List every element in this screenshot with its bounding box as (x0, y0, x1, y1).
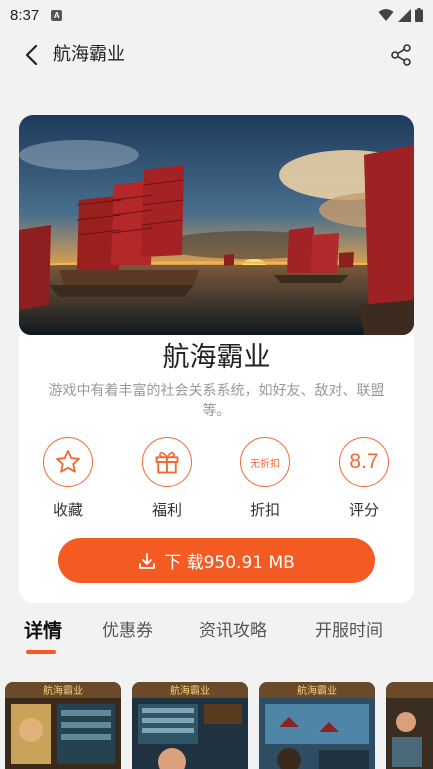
favorite-button[interactable] (43, 437, 93, 487)
rating-button[interactable]: 8.7 (339, 437, 389, 487)
tab-server-schedule[interactable]: 开服时间 (315, 618, 383, 644)
signal-icon (398, 8, 411, 22)
game-info-card: 航海霸业 游戏中有着丰富的社会关系系统，如好友、敌对、联盟等。 收藏 福利 无折… (19, 115, 414, 603)
detail-tabs: 详情 优惠券 资讯攻略 开服时间 (0, 614, 433, 656)
rating-value: 8.7 (349, 450, 379, 473)
action-row: 收藏 福利 无折扣 折扣 8.7 评分 (19, 437, 414, 520)
tab-news-guides[interactable]: 资讯攻略 (199, 618, 267, 644)
download-icon (139, 552, 156, 569)
screenshot-title: 航海霸业 (170, 684, 210, 697)
tab-details[interactable]: 详情 (24, 618, 62, 644)
app-bar: 航海霸业 (0, 34, 433, 76)
status-indicators (378, 8, 423, 22)
share-icon (391, 44, 411, 66)
rating-action[interactable]: 8.7 评分 (334, 437, 394, 520)
screenshot-thumbnail[interactable]: 航海霸业 (132, 682, 248, 769)
favorite-label: 收藏 (52, 501, 83, 519)
status-bar: 8:37 A (0, 0, 433, 30)
discount-value: 无折扣 (250, 458, 280, 470)
notification-app-icon: A (51, 9, 63, 21)
share-button[interactable] (389, 43, 413, 67)
screenshot-thumbnail[interactable] (386, 682, 433, 769)
tab-active-indicator (26, 650, 56, 654)
wifi-icon (378, 9, 394, 21)
discount-label: 折扣 (249, 501, 280, 519)
download-button[interactable]: 下 载950.91 MB (58, 538, 375, 583)
game-banner-image (19, 115, 414, 335)
game-description: 游戏中有着丰富的社会关系系统，如好友、敌对、联盟等。 (48, 383, 385, 419)
chevron-left-icon (25, 44, 38, 66)
screenshot-gallery: 航海霸业 航海霸业 航海霸业 (0, 682, 433, 769)
screenshot-title: 航海霸业 (43, 684, 83, 697)
download-label: 下 载950.91 MB (164, 553, 295, 573)
star-icon (56, 449, 80, 473)
discount-action[interactable]: 无折扣 折扣 (235, 437, 295, 520)
discount-button[interactable]: 无折扣 (240, 437, 290, 487)
favorite-action[interactable]: 收藏 (38, 437, 98, 520)
welfare-action[interactable]: 福利 (137, 437, 197, 520)
battery-icon (415, 8, 423, 22)
game-name: 航海霸业 (162, 342, 271, 373)
page-title: 航海霸业 (53, 44, 125, 65)
rating-label: 评分 (348, 501, 379, 519)
tab-coupons[interactable]: 优惠券 (102, 618, 153, 644)
welfare-label: 福利 (151, 501, 182, 519)
welfare-button[interactable] (142, 437, 192, 487)
screenshot-thumbnail[interactable]: 航海霸业 (259, 682, 375, 769)
status-time: 8:37 (10, 6, 40, 24)
gift-icon (155, 451, 179, 474)
back-button[interactable] (18, 42, 44, 68)
screenshot-title: 航海霸业 (297, 684, 337, 697)
screenshot-thumbnail[interactable]: 航海霸业 (5, 682, 121, 769)
